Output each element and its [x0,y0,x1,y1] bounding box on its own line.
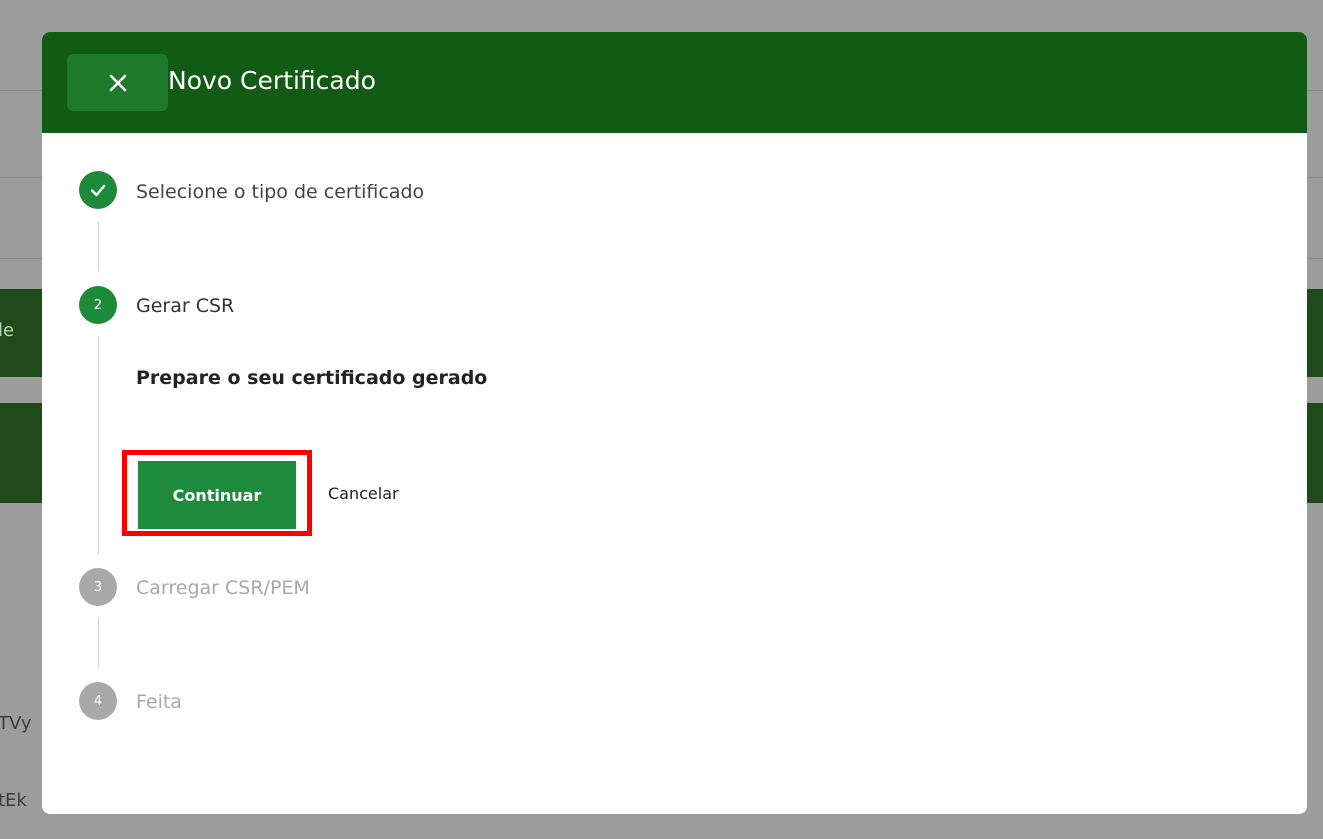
step-connector [98,222,99,271]
step-2-number: 2 [79,286,117,324]
background-text: tEk [0,790,27,811]
step-2-description: Prepare o seu certificado gerado [136,367,488,389]
step-3-number: 3 [79,568,117,606]
step-2-label: Gerar CSR [136,295,235,317]
step-4-label: Feita [136,691,182,713]
continue-button[interactable]: Continuar [138,461,296,529]
step-1-check-icon [79,171,117,209]
step-3-label: Carregar CSR/PEM [136,577,310,599]
background-text: le [0,320,15,341]
new-certificate-dialog: Novo Certificado Selecione o tipo de cer… [42,32,1307,814]
background-text: TVy [0,713,32,734]
step-4-number: 4 [79,682,117,720]
step-1-label: Selecione o tipo de certificado [136,181,425,203]
dialog-title: Novo Certificado [168,66,376,95]
close-button[interactable] [67,54,168,111]
cancel-button[interactable]: Cancelar [328,484,399,503]
dialog-header: Novo Certificado [42,32,1307,133]
step-connector [98,336,99,554]
check-icon [90,184,106,197]
step-connector [98,618,99,668]
close-icon [109,74,126,91]
